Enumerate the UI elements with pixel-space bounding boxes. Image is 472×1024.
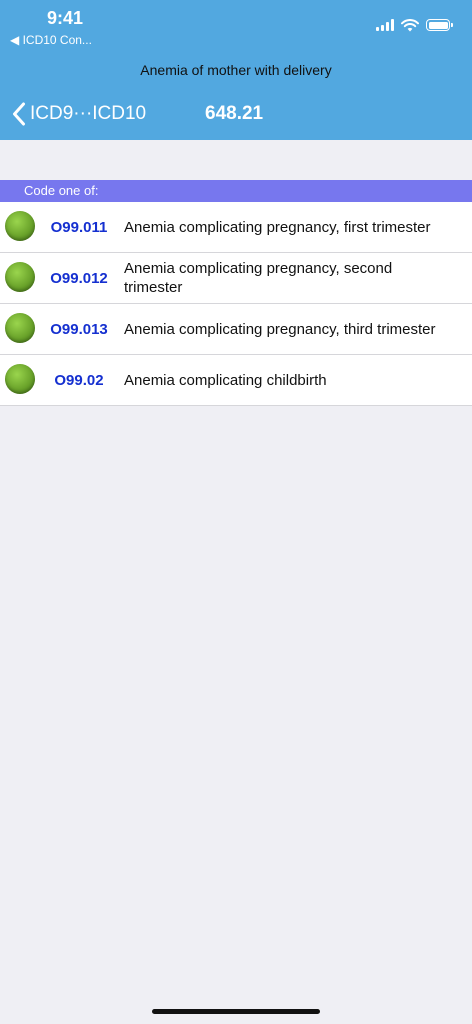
page-title: 648.21 — [205, 103, 264, 124]
code-value: O99.02 — [54, 371, 104, 389]
green-ball-icon — [5, 313, 35, 343]
code-description: Anemia complicating pregnancy, first tri… — [124, 218, 431, 236]
code-value: O99.012 — [50, 269, 108, 287]
header-subtitle: Anemia of mother with delivery — [140, 62, 332, 78]
section-header: Code one of: — [0, 180, 472, 202]
chevron-left-icon — [13, 102, 25, 126]
code-row[interactable]: O99.011 Anemia complicating pregnancy, f… — [0, 202, 472, 253]
code-row[interactable]: O99.02 Anemia complicating childbirth — [0, 355, 472, 406]
code-description: Anemia complicating childbirth — [124, 371, 327, 389]
battery-icon — [426, 19, 453, 31]
green-ball-icon — [5, 364, 35, 394]
code-description: Anemia complicating pregnancy, third tri… — [124, 320, 436, 338]
code-list: O99.011 Anemia complicating pregnancy, f… — [0, 202, 472, 406]
code-description: Anemia complicating pregnancy, second tr… — [124, 260, 393, 296]
back-to-app-link[interactable]: ◀ ICD10 Con... — [10, 33, 92, 47]
navigation-header: 9:41 ◀ ICD10 Con... Anemia of mother wit… — [0, 0, 472, 140]
status-icons — [376, 17, 453, 33]
back-button[interactable]: ICD9···ICD10 — [12, 100, 146, 128]
code-row[interactable]: O99.012 Anemia complicating pregnancy, s… — [0, 253, 472, 304]
green-ball-icon — [5, 211, 35, 241]
code-row[interactable]: O99.013 Anemia complicating pregnancy, t… — [0, 304, 472, 355]
wifi-icon — [401, 18, 419, 31]
home-indicator[interactable] — [152, 1009, 320, 1014]
status-time: 9:41 — [47, 8, 84, 28]
code-value: O99.013 — [50, 320, 108, 338]
cellular-signal-icon — [376, 19, 394, 31]
back-button-label: ICD9···ICD10 — [30, 103, 147, 124]
code-value: O99.011 — [50, 218, 108, 236]
green-ball-icon — [5, 262, 35, 292]
